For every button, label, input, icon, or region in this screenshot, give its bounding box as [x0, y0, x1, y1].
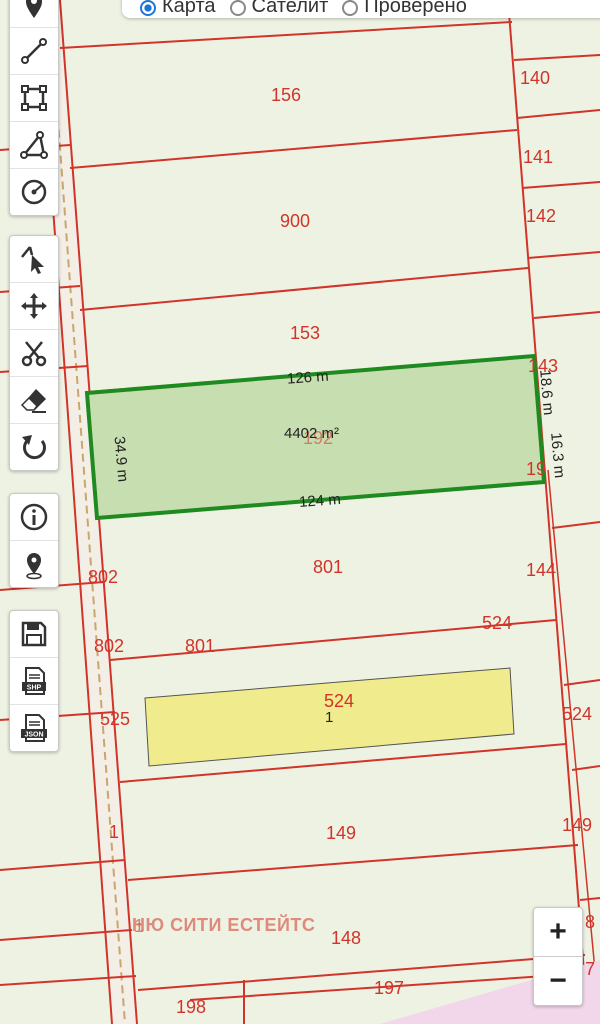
move-tool-button[interactable] [10, 283, 58, 330]
parcel-label: 7 [585, 959, 595, 979]
move-icon [21, 293, 47, 319]
parcel-label: 802 [94, 636, 124, 656]
parcel-label: 1 [109, 822, 119, 842]
export-shp-button[interactable]: SHP [10, 658, 58, 705]
eraser-tool-button[interactable] [10, 377, 58, 424]
select-vertex-button[interactable] [10, 236, 58, 283]
eraser-icon [20, 389, 46, 413]
angle-tool-button[interactable] [10, 122, 58, 169]
area-label: 4402 m² [284, 425, 339, 442]
parcel-label: 8 [585, 912, 595, 932]
export-json-icon: JSON [21, 714, 47, 742]
layer-option-label: Проверено [364, 0, 467, 17]
zoom-out-button[interactable]: − [534, 957, 582, 1005]
parcel-label: 197 [374, 978, 404, 998]
layer-switcher: Карта Сателит Проверено [122, 0, 600, 18]
parcel-label: 524 [562, 704, 592, 724]
line-tool-button[interactable] [10, 28, 58, 75]
save-icon [21, 621, 47, 647]
shp-label: SHP [27, 685, 42, 692]
parcel-label: 802 [88, 567, 118, 587]
polygon-tool-button[interactable] [10, 75, 58, 122]
polygon-tool-icon [21, 85, 47, 111]
draw-toolbar [9, 0, 59, 216]
parcel-label: 149 [562, 815, 592, 835]
info-button[interactable] [10, 494, 58, 541]
watermark: НЮ СИТИ ЕСТЕЙТС [132, 915, 316, 935]
measure-bottom: 124 m [298, 491, 341, 511]
save-button[interactable] [10, 611, 58, 658]
info-toolbar [9, 493, 59, 588]
undo-icon [22, 435, 46, 460]
parcel-labels: 156 140 900 141 142 153 143 192 19 801 8… [88, 68, 595, 1017]
line-tool-icon [21, 38, 47, 64]
export-toolbar: SHP JSON [9, 610, 59, 752]
export-shp-icon: SHP [22, 667, 46, 695]
parcel-label: 524 [324, 691, 354, 711]
layer-option-label: Карта [162, 0, 216, 17]
cut-tool-button[interactable] [10, 330, 58, 377]
marker-tool-button[interactable] [10, 0, 58, 28]
json-label: JSON [24, 732, 43, 739]
angle-tool-icon [20, 131, 48, 159]
edit-toolbar [9, 235, 59, 471]
radio-selected-icon [140, 0, 156, 16]
zoom-in-button[interactable]: + [534, 908, 582, 957]
measure-right-lower: 16.3 m [547, 432, 568, 479]
parcel-label: 140 [520, 68, 550, 88]
parcel-label: 19 [526, 459, 546, 479]
undo-button[interactable] [10, 424, 58, 470]
circle-tool-button[interactable] [10, 169, 58, 215]
parcel-label: 149 [326, 823, 356, 843]
highlight-label: 1 [325, 709, 333, 726]
info-icon [20, 503, 48, 531]
locate-button[interactable] [10, 541, 58, 587]
parcel-label: 524 [482, 613, 512, 633]
parcel-label: 148 [331, 928, 361, 948]
parcel-label: 156 [271, 85, 301, 105]
parcel-label: 153 [290, 323, 320, 343]
parcel-label: 525 [100, 709, 130, 729]
location-pin-icon [26, 553, 42, 580]
parcel-label: 142 [526, 206, 556, 226]
parcel-label: 900 [280, 211, 310, 231]
layer-option-map[interactable]: Карта [140, 0, 216, 18]
radio-icon [229, 0, 246, 16]
circle-tool-icon [21, 179, 47, 205]
select-vertex-icon [21, 246, 44, 274]
measure-top: 126 m [286, 368, 329, 388]
marker-icon [26, 0, 42, 18]
layer-option-satellite[interactable]: Сателит [229, 0, 329, 18]
radio-icon [342, 0, 359, 16]
parcel-label: 801 [313, 557, 343, 577]
export-json-button[interactable]: JSON [10, 705, 58, 751]
parcel-label: 198 [176, 997, 206, 1017]
parcel-label: 144 [526, 560, 556, 580]
zoom-control: + − [533, 907, 583, 1006]
cut-icon [21, 341, 47, 367]
parcel-label: 801 [185, 636, 215, 656]
layer-option-label: Сателит [251, 0, 329, 17]
layer-option-verified[interactable]: Проверено [342, 0, 467, 18]
cadastral-map[interactable]: 156 140 900 141 142 153 143 192 19 801 8… [0, 0, 600, 1024]
parcel-label: 141 [523, 147, 553, 167]
